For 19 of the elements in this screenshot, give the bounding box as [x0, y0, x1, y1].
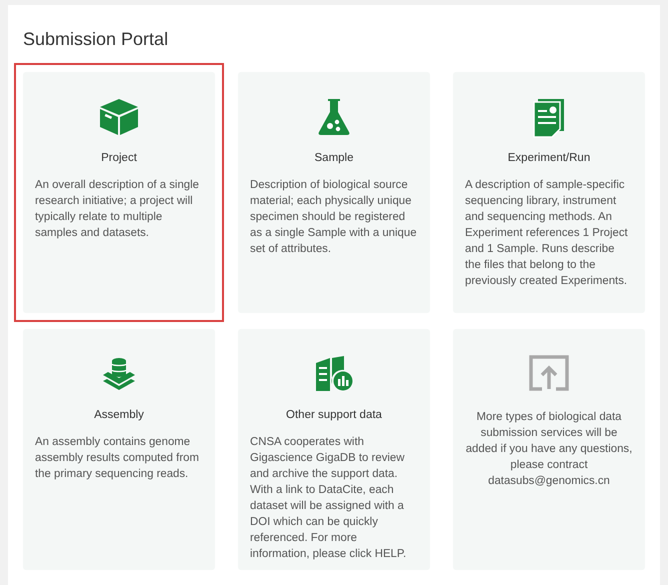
building-chart-icon: [315, 355, 353, 391]
flask-icon: [318, 98, 350, 136]
card-title: Assembly: [93, 409, 145, 421]
box-icon: [99, 98, 139, 136]
card-title: Project: [100, 152, 138, 164]
document-icon: [533, 98, 565, 138]
card-description: Description of biological source material; each physically unique specimen should be registered as a single Sample with a unique set of attributes.: [250, 178, 418, 257]
database-layers-icon: [101, 355, 137, 391]
upload-icon: [528, 355, 570, 391]
card-description: A description of sample-specific sequencing library, instrument and sequencing methods. An Experiment references 1 Project and 1 Sample. Runs describe the files that belong to the previously created Experiments.: [465, 178, 629, 289]
card-title: Experiment/Run: [506, 152, 592, 164]
submission-card[interactable]: Project An overall description of a single research initiative; a project will typically relate to multiple samples and datasets.: [14, 63, 224, 322]
card-title: Other support data: [285, 409, 383, 421]
card-title: Sample: [314, 152, 354, 164]
card-description: An assembly contains genome assembly results computed from the primary sequencing reads.: [35, 435, 200, 482]
card-description: CNSA cooperates with Gigascience GigaDB to review and archive the support data. With a link to DataCite, each dataset will be assigned with a DOI which can be quickly referenced. For more information, please click HELP.: [250, 435, 408, 562]
card-description: More types of biological data submission services will be added if you have any questions, please contract datasubs@genomics.cn: [465, 410, 633, 489]
card-description: An overall description of a single research initiative; a project will typically relate to multiple samples and datasets.: [35, 178, 200, 241]
page-title: Submission Portal: [23, 29, 170, 50]
